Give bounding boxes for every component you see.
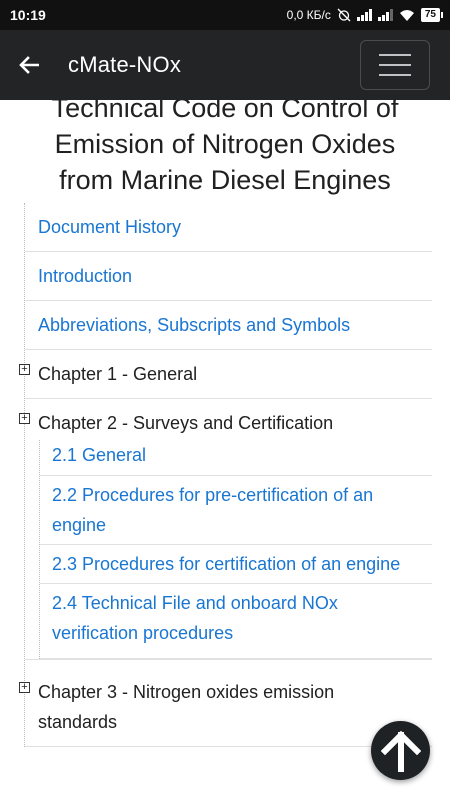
toc-link-label[interactable]: Abbreviations, Subscripts and Symbols bbox=[25, 301, 350, 349]
expand-icon[interactable]: + bbox=[19, 413, 30, 424]
app-bar: cMate-NOx bbox=[0, 30, 450, 100]
title-line: Technical Code on Control of bbox=[51, 100, 399, 123]
battery-level: 75 bbox=[424, 9, 436, 20]
toc-link-label[interactable]: Document History bbox=[25, 203, 181, 251]
section-label[interactable]: 2.1 General bbox=[40, 440, 432, 475]
toc-section-2-3[interactable]: 2.3 Procedures for certification of an e… bbox=[40, 545, 432, 584]
alarm-off-icon bbox=[337, 8, 351, 22]
arrow-up-icon bbox=[380, 730, 421, 772]
title-line: from Marine Diesel Engines bbox=[59, 165, 391, 195]
chapter-label[interactable]: Chapter 3 - Nitrogen oxides emission sta… bbox=[25, 668, 432, 746]
chapter-label[interactable]: Chapter 1 - General bbox=[25, 350, 197, 398]
table-of-contents: Document History Introduction Abbreviati… bbox=[19, 203, 432, 747]
hamburger-menu-icon bbox=[379, 54, 411, 56]
status-indicators: 0,0 КБ/с 75 bbox=[286, 8, 444, 22]
expand-icon[interactable]: + bbox=[19, 364, 30, 375]
battery-icon: 75 bbox=[420, 8, 444, 22]
arrow-back-icon bbox=[19, 56, 39, 74]
back-button[interactable] bbox=[0, 30, 58, 100]
toc-section-2-2[interactable]: 2.2 Procedures for pre-certification of … bbox=[40, 476, 432, 545]
toc-chapter-2[interactable]: + Chapter 2 - Surveys and Certification … bbox=[19, 399, 432, 660]
toc-section-2-1[interactable]: 2.1 General bbox=[40, 440, 432, 476]
app-title: cMate-NOx bbox=[68, 52, 182, 77]
section-label[interactable]: 2.2 Procedures for pre-certification of … bbox=[40, 476, 432, 544]
status-time: 10:19 bbox=[10, 7, 46, 23]
signal-icon bbox=[356, 9, 372, 21]
menu-button[interactable] bbox=[360, 40, 430, 90]
status-bar: 10:19 0,0 КБ/с 75 bbox=[0, 0, 450, 30]
section-label[interactable]: 2.4 Technical File and onboard NOx verif… bbox=[40, 584, 432, 658]
toc-section-2-4[interactable]: 2.4 Technical File and onboard NOx verif… bbox=[40, 584, 432, 659]
chapter-2-sections: 2.1 General 2.2 Procedures for pre-certi… bbox=[39, 440, 432, 659]
toc-chapter-1[interactable]: + Chapter 1 - General bbox=[19, 350, 432, 399]
signal-icon-2 bbox=[377, 9, 393, 21]
toc-link-abbreviations[interactable]: Abbreviations, Subscripts and Symbols bbox=[25, 301, 432, 350]
network-speed: 0,0 КБ/с bbox=[286, 8, 331, 22]
expand-icon[interactable]: + bbox=[19, 682, 30, 693]
title-line: Emission of Nitrogen Oxides bbox=[54, 129, 396, 159]
wifi-icon bbox=[399, 9, 414, 21]
toc-link-label[interactable]: Introduction bbox=[25, 252, 132, 300]
section-label[interactable]: 2.3 Procedures for certification of an e… bbox=[40, 545, 432, 583]
document-title: Technical Code on Control of Emission of… bbox=[0, 100, 450, 198]
document-content[interactable]: Technical Code on Control of Emission of… bbox=[0, 100, 450, 800]
toc-chapter-3[interactable]: + Chapter 3 - Nitrogen oxides emission s… bbox=[19, 668, 432, 747]
toc-link-document-history[interactable]: Document History bbox=[25, 203, 432, 252]
toc-link-introduction[interactable]: Introduction bbox=[25, 252, 432, 301]
hamburger-line bbox=[379, 64, 411, 66]
chapter-label[interactable]: Chapter 2 - Surveys and Certification bbox=[25, 399, 333, 440]
hamburger-line bbox=[379, 74, 411, 76]
scroll-top-button[interactable] bbox=[371, 721, 430, 780]
